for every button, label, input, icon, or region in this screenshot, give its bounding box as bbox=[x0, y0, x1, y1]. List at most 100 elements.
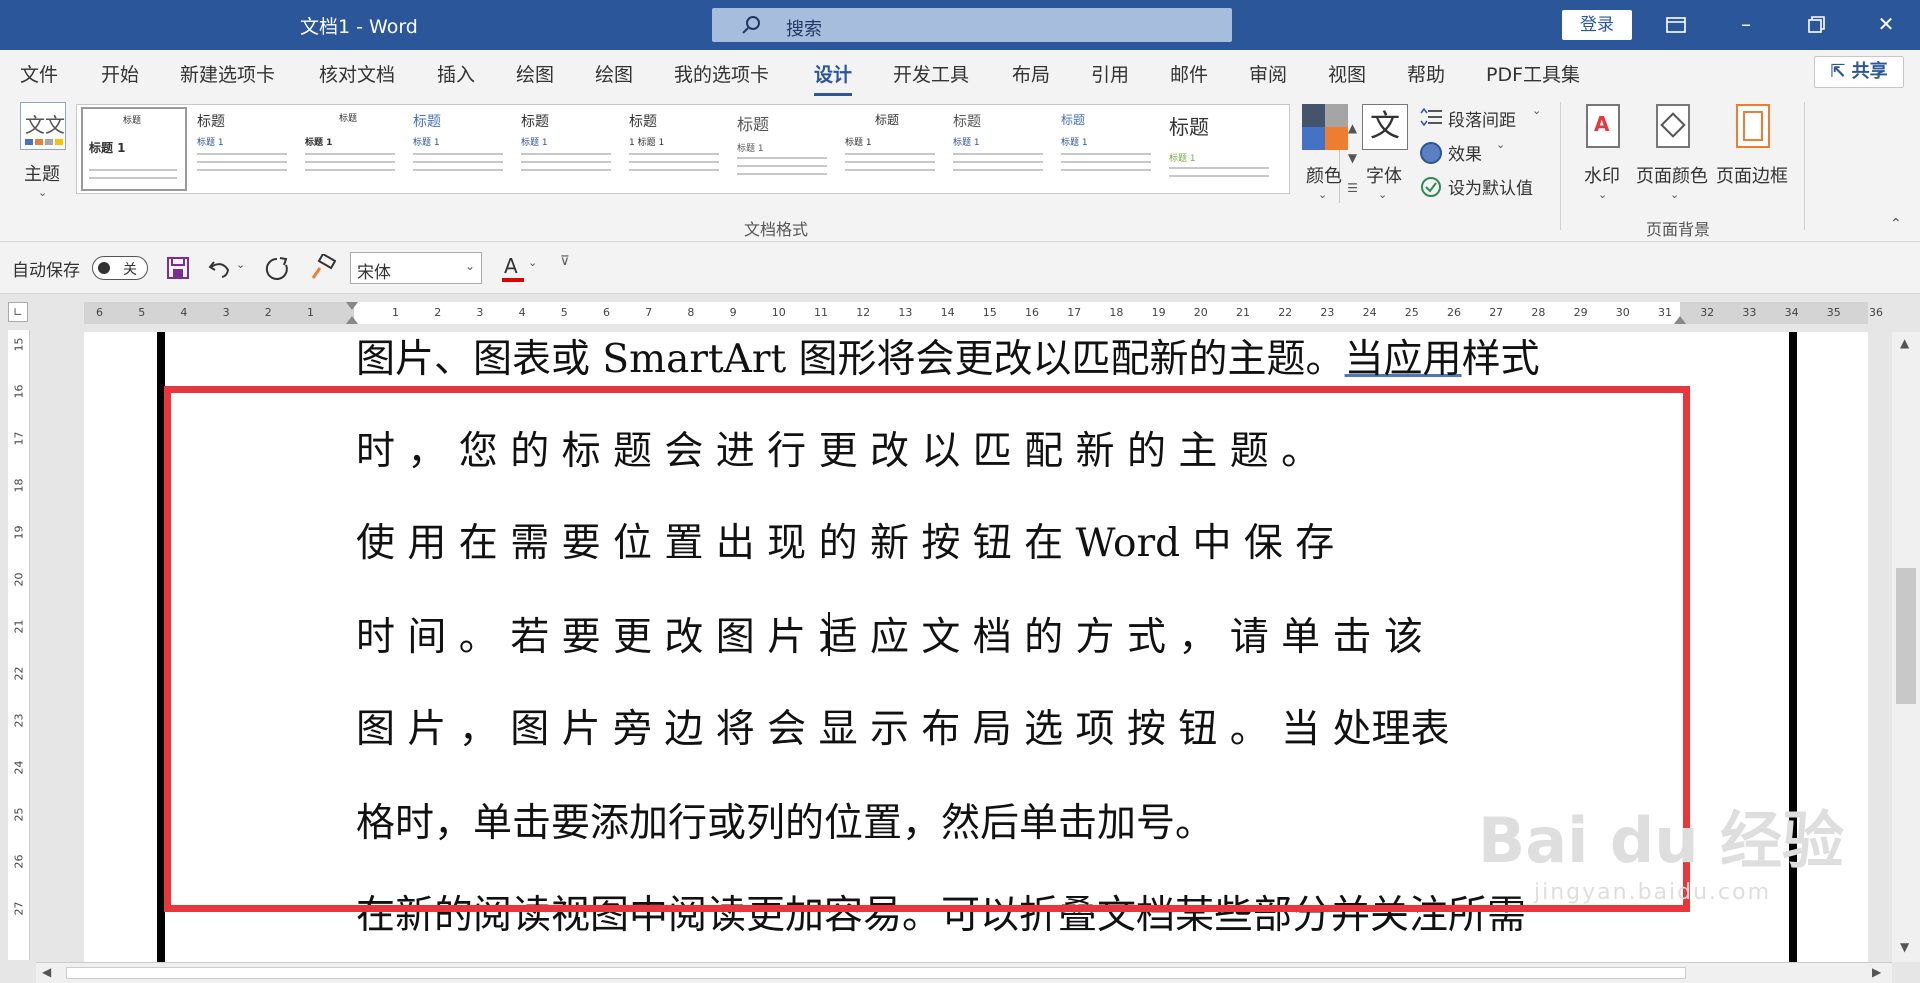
ribbon-design: 文文 主题 ⌄ 标题 标题 1 标题 标题 1 标题 标题 1 标题 标题 1 bbox=[0, 96, 1920, 242]
tab-layout[interactable]: 布局 bbox=[1012, 60, 1050, 87]
tab-selector-icon[interactable]: ∟ bbox=[8, 302, 28, 322]
set-as-default-button[interactable]: 设为默认值 bbox=[1420, 172, 1550, 200]
style-set-item[interactable]: 标题 标题 1 bbox=[839, 107, 945, 191]
ruler-number: 31 bbox=[1658, 306, 1672, 319]
horizontal-scrollbar[interactable]: ◀ ▶ bbox=[36, 962, 1892, 983]
customize-qat-icon[interactable]: ⊽ bbox=[560, 254, 570, 269]
close-icon[interactable]: ✕ bbox=[1856, 0, 1916, 50]
search-icon bbox=[742, 16, 760, 34]
ruler-number: 23 bbox=[1320, 306, 1335, 319]
horizontal-ruler[interactable]: 6 5 4 3 2 1 1 2 3 4 5 6 7 8 9 10 11 12 13 14 15 16 17 18 19 20 21 2… bbox=[84, 302, 1883, 324]
tab-review-doc[interactable]: 核对文档 bbox=[319, 60, 395, 87]
ruler-number: 18 bbox=[12, 478, 26, 493]
restore-icon[interactable] bbox=[1786, 0, 1846, 50]
doc-line-1[interactable]: 图片、图表或 SmartArt 图形将会更改以匹配新的主题。当应用样式 bbox=[356, 328, 1540, 384]
paragraph-spacing-icon bbox=[1420, 108, 1442, 126]
ruler-number: 21 bbox=[1236, 306, 1250, 319]
ruler-number: 6 bbox=[603, 306, 610, 319]
ruler-number: 16 bbox=[12, 384, 26, 399]
scroll-left-icon[interactable]: ◀ bbox=[42, 965, 51, 979]
tab-mailings[interactable]: 邮件 bbox=[1170, 60, 1208, 87]
style-set-item[interactable]: 标题 标题 1 bbox=[407, 107, 513, 191]
tab-design[interactable]: 设计 bbox=[814, 60, 853, 96]
themes-button[interactable]: 文文 主题 ⌄ bbox=[14, 102, 74, 212]
ruler-number: 15 bbox=[12, 337, 26, 352]
share-button[interactable]: ⇱ 共享 bbox=[1814, 56, 1904, 88]
watermark-button[interactable]: A 水印 ⌄ bbox=[1576, 104, 1630, 214]
tab-references[interactable]: 引用 bbox=[1091, 60, 1129, 87]
tab-my-tab[interactable]: 我的选项卡 bbox=[674, 60, 769, 87]
style-set-item[interactable]: 标题 标题 1 bbox=[731, 107, 837, 191]
ruler-number: 36 bbox=[1869, 306, 1883, 319]
scroll-right-icon[interactable]: ▶ bbox=[1872, 965, 1881, 979]
fonts-button[interactable]: 文 字体 ⌄ bbox=[1360, 104, 1410, 214]
tab-insert[interactable]: 插入 bbox=[437, 60, 475, 87]
style-set-item[interactable]: 标题 标题 1 bbox=[1163, 107, 1283, 191]
page-borders-button[interactable]: 页面边框 bbox=[1716, 104, 1792, 214]
vertical-ruler[interactable]: 15 16 17 18 19 20 21 22 23 24 25 26 27 bbox=[8, 330, 30, 960]
font-color-button[interactable]: A ⌄ bbox=[502, 252, 542, 284]
tab-help[interactable]: 帮助 bbox=[1407, 60, 1445, 87]
colors-icon bbox=[1302, 104, 1348, 150]
ruler-number: 1 bbox=[392, 306, 399, 319]
ruler-number: 2 bbox=[264, 306, 272, 319]
watermark-label: 水印 bbox=[1584, 166, 1620, 187]
paragraph-spacing-button[interactable]: 段落间距 ⌄ bbox=[1420, 104, 1550, 132]
tab-review[interactable]: 审阅 bbox=[1249, 60, 1287, 87]
ruler-number: 22 bbox=[12, 666, 26, 681]
first-line-indent-marker[interactable] bbox=[346, 302, 358, 310]
undo-icon[interactable] bbox=[208, 256, 232, 280]
chevron-down-icon: ⌄ bbox=[1496, 138, 1506, 151]
ruler-number: 11 bbox=[814, 306, 828, 319]
minimize-icon[interactable]: – bbox=[1716, 0, 1776, 50]
undo-dropdown-icon[interactable]: ⌄ bbox=[236, 258, 245, 271]
style-set-item[interactable]: 标题 标题 1 bbox=[81, 107, 187, 191]
style-set-item[interactable]: 标题 标题 1 bbox=[1055, 107, 1161, 191]
format-painter-icon[interactable] bbox=[310, 254, 336, 280]
ruler-number: 12 bbox=[856, 306, 871, 319]
ruler-number: 21 bbox=[12, 619, 26, 634]
tab-draw-1[interactable]: 绘图 bbox=[516, 60, 554, 87]
tab-pdf-tools[interactable]: PDF工具集 bbox=[1486, 60, 1580, 87]
scroll-thumb[interactable] bbox=[1896, 568, 1916, 704]
font-name-select[interactable]: 宋体 ⌄ bbox=[350, 252, 482, 284]
right-indent-marker[interactable] bbox=[1674, 316, 1686, 324]
ruler-number: 19 bbox=[1151, 306, 1166, 319]
tab-new-tab[interactable]: 新建选项卡 bbox=[180, 60, 275, 87]
collapse-ribbon-icon[interactable]: ⌃ bbox=[1890, 216, 1902, 232]
tab-developer[interactable]: 开发工具 bbox=[893, 60, 969, 87]
hscroll-thumb[interactable] bbox=[66, 967, 1686, 979]
style-set-item[interactable]: 标题 标题 1 bbox=[299, 107, 405, 191]
tab-draw-2[interactable]: 绘图 bbox=[595, 60, 633, 87]
redo-icon[interactable] bbox=[264, 256, 290, 282]
scroll-up-icon[interactable]: ▲ bbox=[1900, 336, 1909, 350]
colors-button[interactable]: 颜色 ⌄ bbox=[1298, 104, 1352, 214]
ruler-number: 5 bbox=[138, 306, 146, 319]
autosave-toggle[interactable]: 关 bbox=[92, 256, 148, 280]
highlight-box bbox=[164, 386, 1690, 912]
ruler-number: 18 bbox=[1109, 306, 1124, 319]
save-icon[interactable] bbox=[166, 256, 190, 280]
ruler-number: 4 bbox=[180, 306, 188, 319]
tab-home[interactable]: 开始 bbox=[101, 60, 139, 87]
style-set-item[interactable]: 标题 1 标题 1 bbox=[623, 107, 729, 191]
style-set-item[interactable]: 标题 标题 1 bbox=[191, 107, 297, 191]
chevron-down-icon: ⌄ bbox=[38, 186, 48, 199]
page-borders-label: 页面边框 bbox=[1716, 166, 1788, 187]
ruler-number: 8 bbox=[687, 306, 695, 319]
tab-view[interactable]: 视图 bbox=[1328, 60, 1366, 87]
ribbon-display-options-icon[interactable] bbox=[1646, 0, 1706, 50]
login-button[interactable]: 登录 bbox=[1562, 10, 1632, 40]
style-set-item[interactable]: 标题 标题 1 bbox=[515, 107, 621, 191]
left-indent-marker[interactable] bbox=[346, 316, 358, 324]
page-color-button[interactable]: 页面颜色 ⌄ bbox=[1636, 104, 1712, 214]
ruler-number: 7 bbox=[645, 306, 653, 319]
vertical-scrollbar[interactable]: ▲ ▼ bbox=[1892, 332, 1920, 962]
effects-button[interactable]: 效果 ⌄ bbox=[1420, 138, 1520, 166]
style-set-item[interactable]: 标题 标题 1 bbox=[947, 107, 1053, 191]
scroll-down-icon[interactable]: ▼ bbox=[1900, 940, 1909, 954]
search-box[interactable]: 搜索 bbox=[712, 8, 1232, 42]
tab-file[interactable]: 文件 bbox=[20, 60, 58, 87]
ribbon-separator bbox=[1804, 102, 1805, 230]
fonts-label: 字体 bbox=[1366, 166, 1402, 187]
